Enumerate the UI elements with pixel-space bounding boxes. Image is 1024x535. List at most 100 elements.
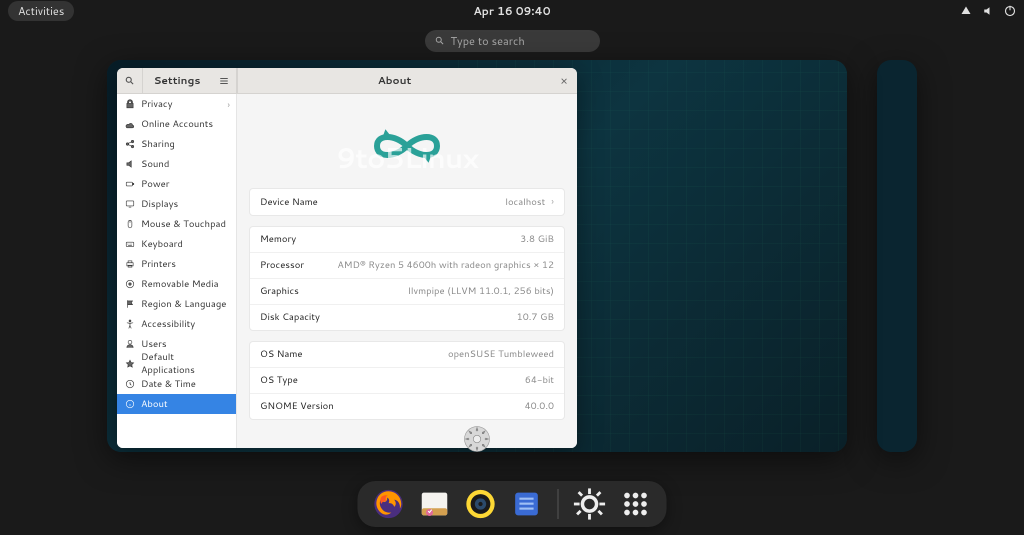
- dash-dock: [358, 481, 667, 527]
- sidebar-item-removable-media[interactable]: Removable Media: [117, 274, 236, 294]
- settings-window: Settings About × Privacy›Online Accounts…: [117, 68, 577, 448]
- clock[interactable]: Apr 16 09:40: [473, 3, 550, 19]
- hardware-info-group: Memory3.8 GiBProcessorAMD® Ryzen 5 4600h…: [249, 226, 565, 331]
- activities-button[interactable]: Activities: [8, 1, 74, 21]
- sidebar-item-keyboard[interactable]: Keyboard: [117, 234, 236, 254]
- dock-software[interactable]: [418, 487, 452, 521]
- top-bar: Activities Apr 16 09:40: [0, 0, 1024, 22]
- sidebar-item-printers[interactable]: Printers: [117, 254, 236, 274]
- flag-icon: [125, 299, 135, 309]
- speaker-icon: [125, 159, 135, 169]
- keyboard-icon: [125, 239, 135, 249]
- workspaces-strip: Settings About × Privacy›Online Accounts…: [0, 60, 1024, 460]
- disc-icon: [125, 279, 135, 289]
- device-name-group: Device Name localhost›: [249, 188, 565, 216]
- sidebar-item-about[interactable]: About: [117, 394, 236, 414]
- window-header: Settings About ×: [117, 68, 577, 94]
- dock-apps-grid[interactable]: [619, 487, 653, 521]
- opensuse-logo-icon: [347, 116, 467, 176]
- sidebar-search-button[interactable]: [117, 68, 143, 94]
- info-row: OS Type64-bit: [250, 368, 564, 394]
- sidebar-item-label: Displays: [141, 198, 178, 211]
- search-placeholder: Type to search: [451, 33, 525, 49]
- power-icon: [1004, 5, 1016, 17]
- info-icon: [125, 399, 135, 409]
- search-icon: [435, 36, 445, 46]
- hamburger-button[interactable]: [211, 68, 237, 94]
- sidebar-item-label: Region & Language: [141, 298, 226, 311]
- sidebar-item-label: Accessibility: [141, 318, 195, 331]
- dock-files[interactable]: [510, 487, 544, 521]
- firefox-icon: [372, 487, 406, 521]
- software-icon: [418, 487, 452, 521]
- workspace-preview[interactable]: Settings About × Privacy›Online Accounts…: [107, 60, 847, 452]
- files-icon: [510, 487, 544, 521]
- header-title-settings: Settings: [143, 74, 211, 88]
- star-icon: [125, 359, 135, 369]
- header-title-about: About: [238, 74, 551, 88]
- sidebar-item-label: About: [141, 398, 168, 411]
- users-icon: [125, 339, 135, 349]
- sidebar-item-accessibility[interactable]: Accessibility: [117, 314, 236, 334]
- info-row: Memory 3.8 GiB: [250, 227, 564, 253]
- sidebar-item-displays[interactable]: Displays: [117, 194, 236, 214]
- dock-firefox[interactable]: [372, 487, 406, 521]
- distro-logo-area: 9to5Linux: [249, 100, 565, 188]
- share-icon: [125, 139, 135, 149]
- info-row: GNOME Version40.0.0: [250, 394, 564, 419]
- sidebar-item-date-time[interactable]: Date & Time: [117, 374, 236, 394]
- dock-rhythmbox[interactable]: [464, 487, 498, 521]
- chevron-right-icon: ›: [551, 195, 554, 209]
- row-value: llvmpipe (LLVM 11.0.1, 256 bits): [408, 285, 554, 298]
- row-value: openSUSE Tumbleweed: [448, 348, 554, 361]
- sidebar-item-label: Date & Time: [141, 378, 196, 391]
- cloud-icon: [125, 119, 135, 129]
- sidebar-item-label: Privacy: [141, 98, 172, 111]
- row-label: Device Name: [260, 196, 318, 209]
- sidebar-item-default-applications[interactable]: Default Applications: [117, 354, 236, 374]
- dock-settings[interactable]: [573, 487, 607, 521]
- row-value: 3.8 GiB: [520, 233, 554, 246]
- sidebar-item-mouse-touchpad[interactable]: Mouse & Touchpad: [117, 214, 236, 234]
- sidebar-item-label: Printers: [141, 258, 176, 271]
- menu-icon: [219, 76, 229, 86]
- row-label: Memory: [260, 233, 296, 246]
- header-right: About ×: [238, 68, 577, 94]
- about-panel: 9to5Linux Device Name localhost› Memory 3…: [237, 94, 577, 448]
- overview-search[interactable]: Type to search: [425, 30, 600, 52]
- network-icon: [960, 5, 972, 17]
- info-row: OS Name openSUSE Tumbleweed: [250, 342, 564, 368]
- sidebar-item-label: Mouse & Touchpad: [141, 218, 226, 231]
- sidebar-item-sound[interactable]: Sound: [117, 154, 236, 174]
- system-status-area[interactable]: [960, 5, 1016, 17]
- row-label: Disk Capacity: [260, 311, 320, 324]
- window-body: Privacy›Online AccountsSharingSoundPower…: [117, 94, 577, 448]
- sidebar-item-power[interactable]: Power: [117, 174, 236, 194]
- info-row: Disk Capacity10.7 GB: [250, 305, 564, 330]
- dock-separator: [558, 489, 559, 519]
- search-icon: [125, 76, 135, 86]
- row-label: OS Type: [260, 374, 298, 387]
- gear-icon: [573, 487, 607, 521]
- close-button[interactable]: ×: [551, 68, 577, 94]
- sidebar-item-label: Users: [141, 338, 167, 351]
- sidebar-item-label: Online Accounts: [141, 118, 213, 131]
- apps-grid-icon: [619, 487, 653, 521]
- printer-icon: [125, 259, 135, 269]
- music-icon: [464, 487, 498, 521]
- row-label: Graphics: [260, 285, 299, 298]
- sidebar-item-online-accounts[interactable]: Online Accounts: [117, 114, 236, 134]
- lock-icon: [125, 99, 135, 109]
- row-value: 40.0.0: [525, 400, 554, 413]
- accessibility-icon: [125, 319, 135, 329]
- sidebar-item-label: Keyboard: [141, 238, 183, 251]
- settings-sidebar[interactable]: Privacy› Online Accounts SharingSoundPower…: [117, 94, 237, 448]
- row-label: OS Name: [260, 348, 303, 361]
- row-value-wrap: localhost›: [505, 195, 554, 209]
- sidebar-item-sharing[interactable]: Sharing: [117, 134, 236, 154]
- device-name-row[interactable]: Device Name localhost›: [250, 189, 564, 215]
- volume-icon: [982, 5, 994, 17]
- sidebar-item-region-language[interactable]: Region & Language: [117, 294, 236, 314]
- sidebar-item-privacy[interactable]: Privacy›: [117, 94, 236, 114]
- workspace-preview-next[interactable]: [877, 60, 917, 452]
